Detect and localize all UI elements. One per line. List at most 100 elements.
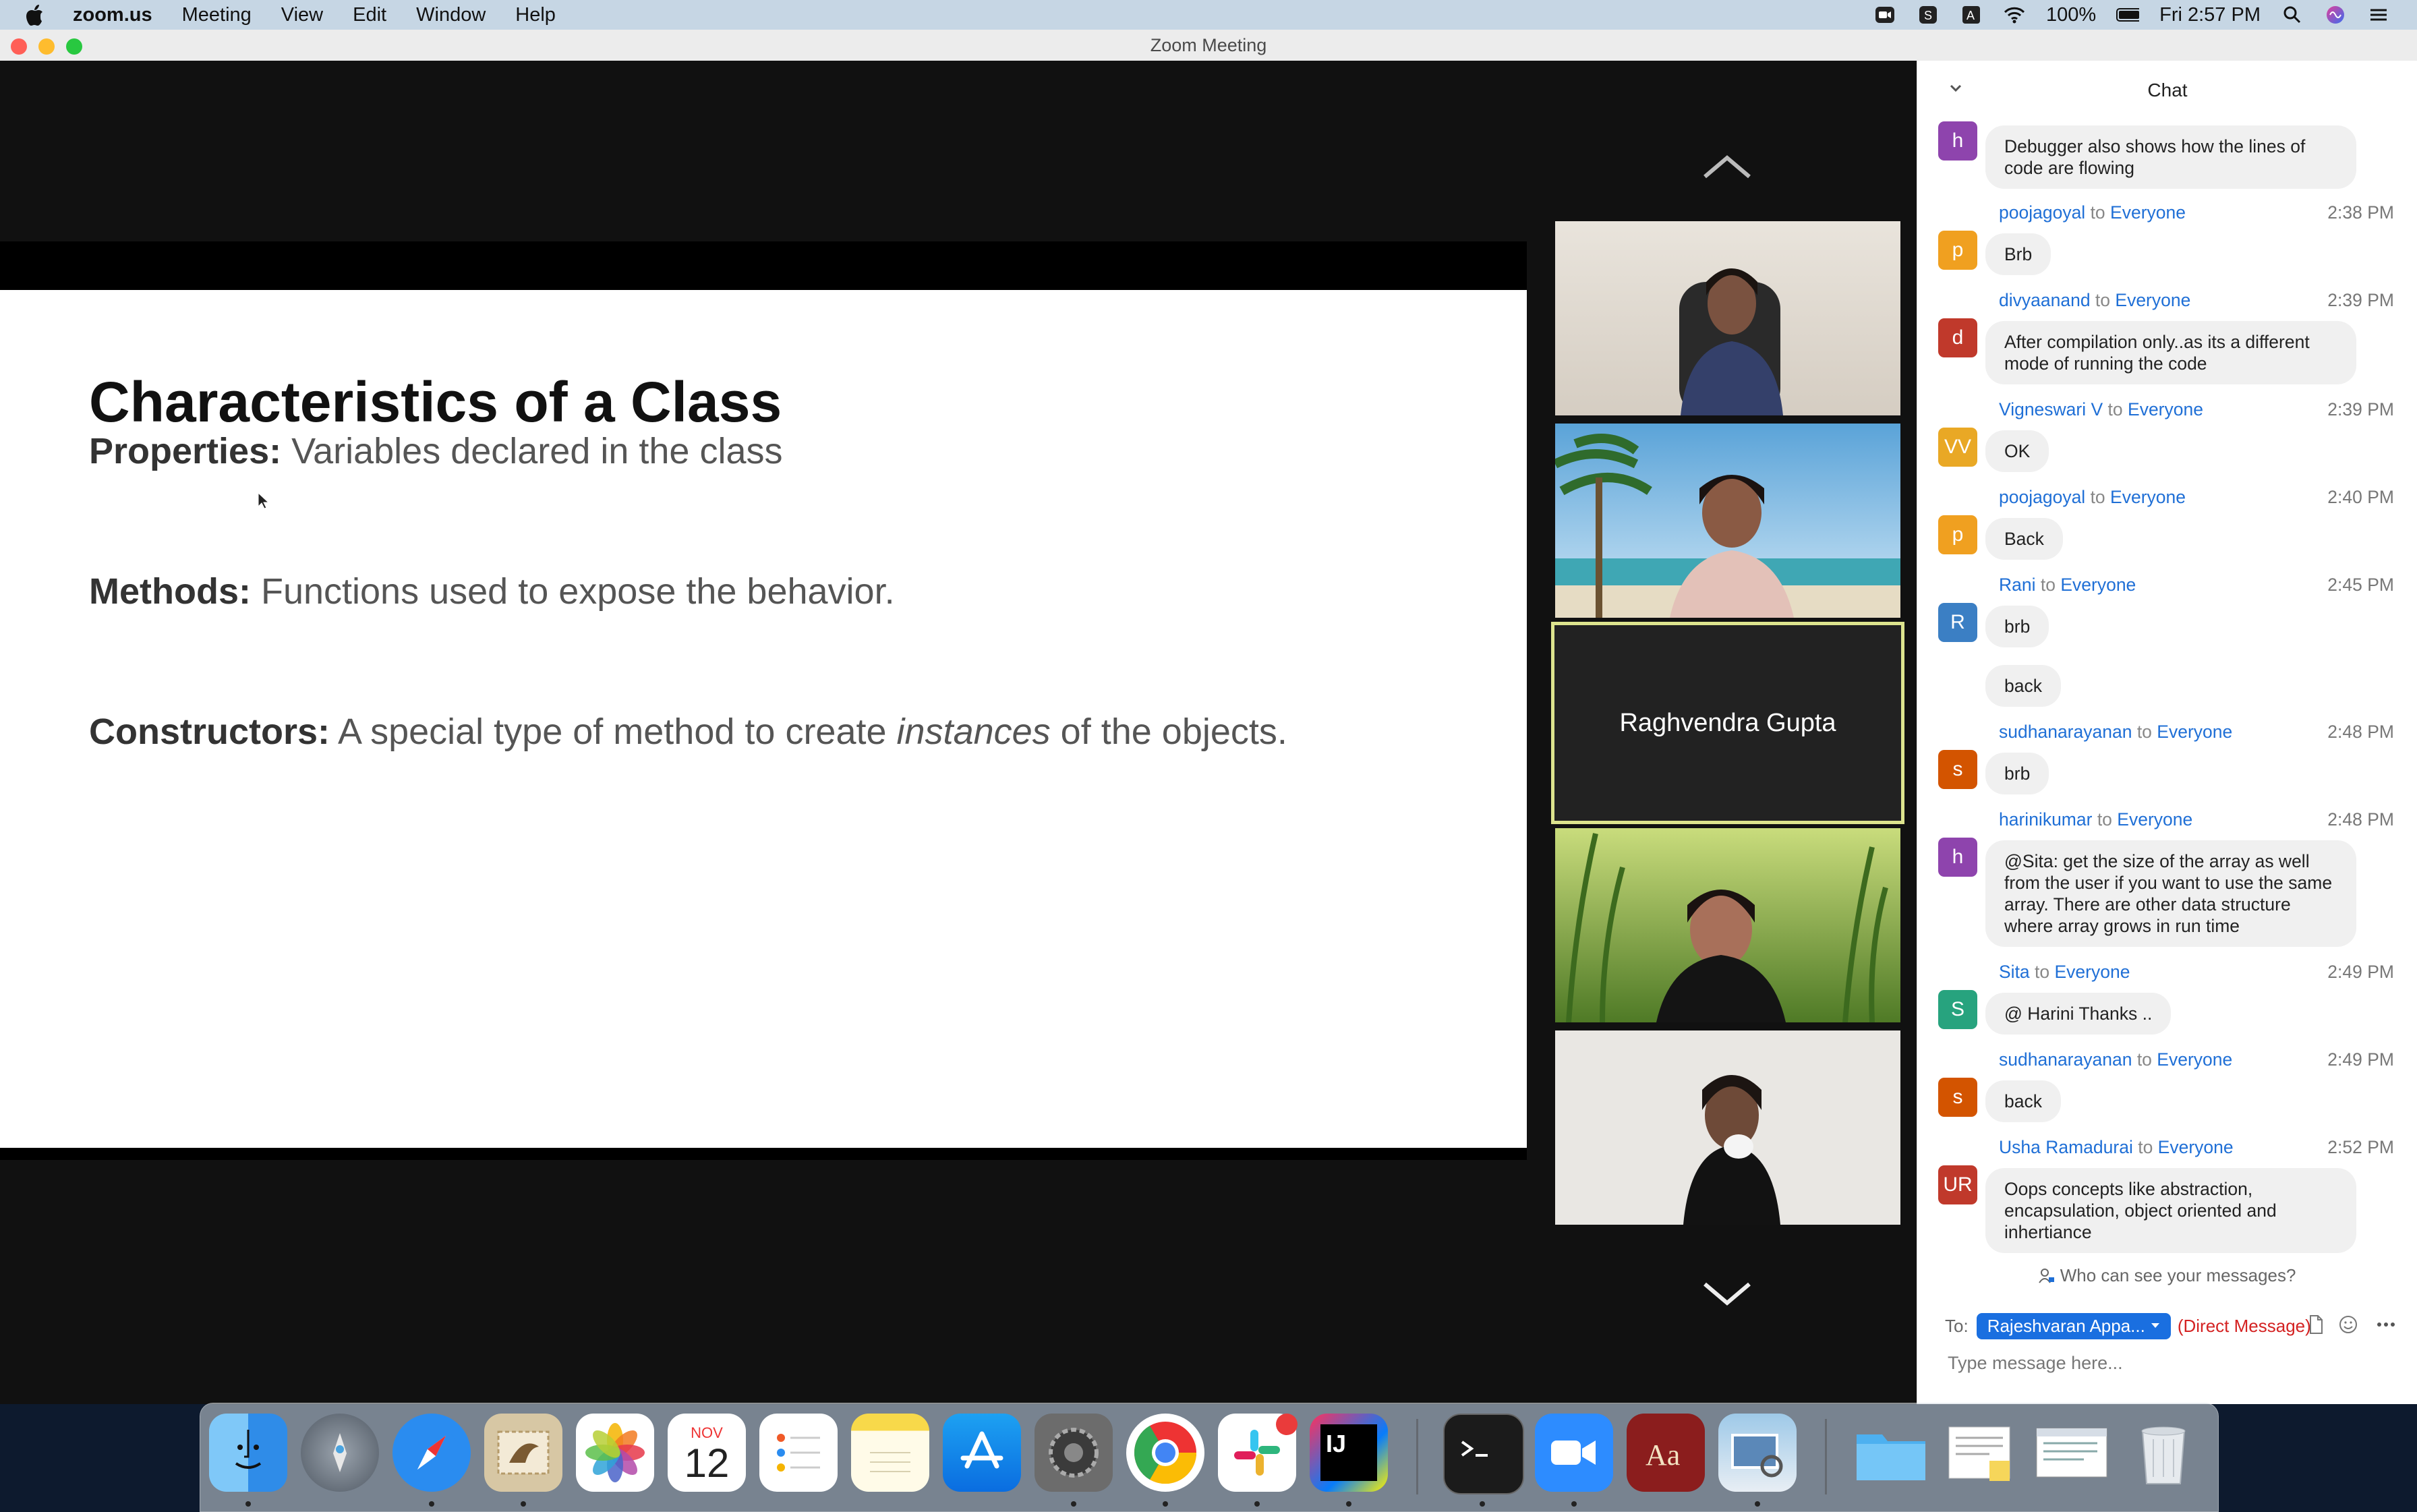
recipient-name[interactable]: Everyone bbox=[2055, 962, 2130, 982]
menu-meeting[interactable]: Meeting bbox=[182, 4, 252, 26]
menu-app-name[interactable]: zoom.us bbox=[73, 4, 152, 26]
finder-icon[interactable] bbox=[209, 1414, 287, 1492]
emoji-icon[interactable] bbox=[2337, 1314, 2359, 1335]
calendar-month: NOV bbox=[691, 1424, 723, 1441]
spotlight-search-icon[interactable] bbox=[2281, 5, 2304, 25]
siri-icon[interactable] bbox=[2324, 5, 2347, 25]
recipient-name[interactable]: Everyone bbox=[2110, 202, 2186, 223]
video-tile-3-active-speaker[interactable]: Raghvendra Gupta bbox=[1551, 622, 1904, 824]
chrome-icon[interactable] bbox=[1126, 1414, 1204, 1492]
to-word: to bbox=[2092, 809, 2118, 830]
battery-icon[interactable] bbox=[2116, 5, 2140, 25]
avatar: S bbox=[1938, 990, 1977, 1029]
notes-icon[interactable] bbox=[851, 1414, 929, 1492]
app-store-icon[interactable] bbox=[943, 1414, 1021, 1492]
recipient-select[interactable]: Rajeshvaran Appa... bbox=[1976, 1312, 2171, 1339]
apple-menu-icon[interactable] bbox=[24, 1, 51, 28]
chat-message[interactable]: After compilation only..as its a differe… bbox=[1985, 321, 2356, 384]
message-input[interactable]: Type message here... bbox=[1948, 1353, 2123, 1374]
skype-status-icon[interactable]: S bbox=[1917, 5, 1940, 25]
sender-name[interactable]: harinikumar bbox=[1999, 809, 2092, 830]
battery-percent: 100% bbox=[2045, 3, 2097, 26]
intellij-icon[interactable]: IJ bbox=[1310, 1414, 1388, 1492]
sender-name[interactable]: poojagoyal bbox=[1999, 202, 2085, 223]
recipient-name[interactable]: Everyone bbox=[2157, 722, 2232, 742]
video-tile-2[interactable] bbox=[1555, 424, 1900, 618]
preview-icon[interactable] bbox=[1718, 1414, 1797, 1492]
gallery-scroll-down-icon[interactable] bbox=[1702, 1280, 1752, 1307]
to-word: to bbox=[2132, 1049, 2157, 1070]
sender-name[interactable]: Usha Ramadurai bbox=[1999, 1137, 2133, 1157]
recipient-value: Rajeshvaran Appa... bbox=[1987, 1315, 2145, 1336]
chat-message[interactable]: @ Harini Thanks .. bbox=[1985, 993, 2172, 1035]
mail-icon[interactable] bbox=[484, 1414, 562, 1492]
recipient-name[interactable]: Everyone bbox=[2110, 487, 2186, 507]
sender-name[interactable]: divyaanand bbox=[1999, 290, 2091, 310]
terminal-icon[interactable] bbox=[1443, 1414, 1524, 1494]
recipient-name[interactable]: Everyone bbox=[2060, 575, 2136, 595]
document-stack-icon[interactable] bbox=[1942, 1414, 2020, 1492]
launchpad-icon[interactable] bbox=[301, 1414, 379, 1492]
sender-name[interactable]: sudhanarayanan bbox=[1999, 722, 2132, 742]
slide-emphasis: instances bbox=[896, 711, 1051, 752]
chat-timestamp: 2:39 PM bbox=[2327, 290, 2394, 310]
file-icon[interactable] bbox=[2305, 1314, 2327, 1335]
photos-icon[interactable] bbox=[576, 1414, 654, 1492]
video-tile-4[interactable] bbox=[1555, 828, 1900, 1022]
zoom-window-button[interactable] bbox=[66, 38, 82, 55]
more-options-icon[interactable] bbox=[2375, 1314, 2397, 1335]
chat-message[interactable]: OK bbox=[1985, 430, 2049, 472]
sender-name[interactable]: Vigneswari V bbox=[1999, 399, 2103, 419]
input-source-icon[interactable]: A bbox=[1960, 5, 1983, 25]
dictionary-icon[interactable]: Aa bbox=[1627, 1414, 1705, 1492]
avatar: d bbox=[1938, 318, 1977, 357]
slide-term: Properties: bbox=[89, 431, 282, 471]
shared-screen: Characteristics of a Class Properties: V… bbox=[0, 241, 1527, 1160]
chat-message[interactable]: Back bbox=[1985, 518, 2063, 560]
participant-video-4 bbox=[1555, 828, 1900, 1022]
video-tile-5[interactable] bbox=[1555, 1030, 1900, 1225]
recipient-name[interactable]: Everyone bbox=[2117, 809, 2192, 830]
system-preferences-icon[interactable] bbox=[1035, 1414, 1113, 1492]
chat-message[interactable]: back bbox=[1985, 1080, 2061, 1122]
sender-name[interactable]: poojagoyal bbox=[1999, 487, 2085, 507]
chat-message[interactable]: brb bbox=[1985, 753, 2049, 794]
wifi-icon[interactable] bbox=[2003, 5, 2026, 25]
chat-message[interactable]: brb bbox=[1985, 606, 2049, 647]
folder-icon[interactable] bbox=[1852, 1414, 1930, 1492]
chat-message[interactable]: Oops concepts like abstraction, encapsul… bbox=[1985, 1168, 2356, 1253]
safari-icon[interactable] bbox=[392, 1414, 471, 1492]
zoom-app-icon[interactable] bbox=[1535, 1414, 1613, 1492]
menu-edit[interactable]: Edit bbox=[353, 4, 386, 26]
calendar-icon[interactable]: NOV 12 bbox=[668, 1414, 746, 1492]
trash-icon[interactable] bbox=[2124, 1414, 2203, 1492]
menu-view[interactable]: View bbox=[281, 4, 323, 26]
screenshot-stack-icon[interactable] bbox=[2033, 1414, 2111, 1492]
participant-video-1 bbox=[1555, 221, 1900, 415]
sender-name[interactable]: Rani bbox=[1999, 575, 2036, 595]
video-tile-1[interactable] bbox=[1555, 221, 1900, 415]
who-can-see-link[interactable]: Who can see your messages? bbox=[1917, 1265, 2417, 1286]
sender-name[interactable]: sudhanarayanan bbox=[1999, 1049, 2132, 1070]
menu-help[interactable]: Help bbox=[515, 4, 556, 26]
menubar-clock[interactable]: Fri 2:57 PM bbox=[2159, 4, 2261, 26]
recipient-name[interactable]: Everyone bbox=[2158, 1137, 2234, 1157]
control-center-icon[interactable] bbox=[2367, 5, 2390, 25]
chat-message[interactable]: Brb bbox=[1985, 233, 2051, 275]
reminders-icon[interactable] bbox=[759, 1414, 838, 1492]
recipient-name[interactable]: Everyone bbox=[2115, 290, 2190, 310]
chat-message[interactable]: back bbox=[1985, 665, 2061, 707]
avatar: p bbox=[1938, 515, 1977, 554]
chat-timestamp: 2:38 PM bbox=[2327, 202, 2394, 223]
recipient-name[interactable]: Everyone bbox=[2128, 399, 2203, 419]
chat-message[interactable]: Debugger also shows how the lines of cod… bbox=[1985, 125, 2356, 189]
zoom-status-icon[interactable] bbox=[1873, 5, 1896, 25]
chat-message[interactable]: @Sita: get the size of the array as well… bbox=[1985, 840, 2356, 947]
sender-name[interactable]: Sita bbox=[1999, 962, 2030, 982]
menu-window[interactable]: Window bbox=[416, 4, 486, 26]
recipient-name[interactable]: Everyone bbox=[2157, 1049, 2232, 1070]
minimize-window-button[interactable] bbox=[38, 38, 55, 55]
slide-line-properties: Properties: Variables declared in the cl… bbox=[89, 430, 783, 472]
close-window-button[interactable] bbox=[11, 38, 27, 55]
gallery-scroll-up-icon[interactable] bbox=[1702, 154, 1752, 181]
